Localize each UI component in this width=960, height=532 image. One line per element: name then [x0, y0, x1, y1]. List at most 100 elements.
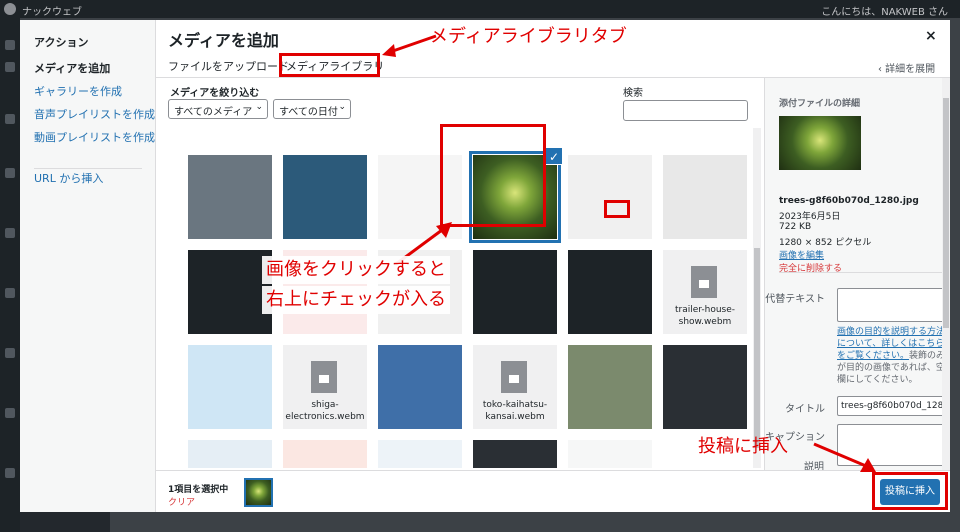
image-preview [663, 155, 747, 239]
image-preview [568, 250, 652, 334]
image-preview [378, 440, 462, 468]
filter-label: メディアを絞り込む [170, 88, 260, 99]
chevron-down-icon: ⌄ [255, 102, 263, 112]
image-attachment[interactable] [568, 155, 652, 239]
video-attachment[interactable]: trailer-house-show.webm [663, 250, 747, 334]
check-icon[interactable]: ✓ [545, 147, 563, 165]
image-attachment[interactable] [663, 155, 747, 239]
image-attachment[interactable] [378, 440, 462, 468]
annotation-highlight-library-tab [279, 53, 380, 77]
pin-icon[interactable] [5, 228, 15, 238]
details-size: 722 KB [779, 222, 812, 232]
dashboard-icon[interactable] [5, 40, 15, 50]
media-modal: アクション メディアを追加 ギャラリーを作成 音声プレイリストを作成 動画プレイ… [20, 20, 950, 512]
settings-icon[interactable] [5, 468, 15, 478]
details-filename: trees-g8f60b070d_1280.jpg [779, 196, 919, 206]
clear-selection-link[interactable]: クリア [168, 495, 195, 508]
tab-upload-files[interactable]: ファイルをアップロード [168, 58, 289, 74]
selection-count: 1項目を選択中 [168, 485, 229, 495]
image-preview [473, 440, 557, 468]
title-label: タイトル [785, 404, 825, 415]
video-filename: shiga-electronics.webm [285, 400, 365, 422]
media-type-select[interactable]: すべてのメディア ⌄ [168, 99, 268, 119]
image-attachment[interactable] [283, 440, 367, 468]
image-preview [188, 345, 272, 429]
image-attachment[interactable] [283, 155, 367, 239]
alt-text-help: 画像の目的を説明する方法について、詳しくはこちらをご覧ください。装飾のみが目的の… [837, 326, 949, 386]
play-icon [509, 375, 519, 383]
image-attachment[interactable] [568, 345, 652, 429]
image-attachment[interactable] [188, 440, 272, 468]
attachment-details: 添付ファイルの詳細 trees-g8f60b070d_1280.jpg 2023… [764, 78, 950, 470]
menu-heading: アクション [34, 36, 89, 49]
video-attachment[interactable]: toko-kaihatsu-kansai.webm [473, 345, 557, 429]
close-icon[interactable]: × [925, 28, 937, 44]
details-scrollbar[interactable] [942, 78, 950, 470]
play-icon [699, 280, 709, 288]
alt-text-label: 代替テキスト [765, 294, 825, 305]
title-input[interactable]: trees-g8f60b070d_1280 [837, 396, 949, 416]
image-attachment[interactable] [188, 345, 272, 429]
grid-scrollbar[interactable] [753, 128, 761, 468]
menu-item-create-gallery[interactable]: ギャラリーを作成 [34, 83, 122, 99]
image-attachment[interactable] [188, 250, 272, 334]
image-preview [283, 440, 367, 468]
image-preview [568, 155, 652, 239]
user-greeting[interactable]: こんにちは、NAKWEB さん [821, 3, 948, 18]
image-attachment[interactable] [663, 345, 747, 429]
image-attachment[interactable] [473, 440, 557, 468]
pin-icon[interactable] [5, 62, 15, 72]
pin-icon[interactable] [5, 288, 15, 298]
details-thumbnail [779, 116, 861, 170]
admin-bar: ナックウェブ こんにちは、NAKWEB さん [0, 0, 960, 18]
annotation-arrow-tab [382, 34, 437, 57]
wordpress-logo-icon[interactable] [4, 3, 16, 15]
admin-sidebar [0, 18, 20, 532]
tools-icon[interactable] [5, 408, 15, 418]
image-attachment[interactable] [473, 250, 557, 334]
media-toolbar: 1項目を選択中 クリア 投稿に挿入 [156, 470, 950, 512]
play-icon [319, 375, 329, 383]
annotation-insert: 投稿に挿入 [698, 436, 788, 457]
details-heading: 添付ファイルの詳細 [779, 99, 861, 109]
image-preview [568, 345, 652, 429]
image-attachment[interactable] [568, 250, 652, 334]
date-select[interactable]: すべての日付 ⌄ [273, 99, 351, 119]
image-preview [568, 440, 652, 468]
details-divider [779, 272, 945, 273]
image-preview [473, 250, 557, 334]
menu-item-create-audio-playlist[interactable]: 音声プレイリストを作成 [34, 106, 155, 122]
image-preview [188, 250, 272, 334]
annotation-click-line1: 画像をクリックすると [262, 256, 450, 284]
image-attachment[interactable] [378, 345, 462, 429]
site-name[interactable]: ナックウェブ [22, 3, 82, 18]
media-menu: アクション メディアを追加 ギャラリーを作成 音声プレイリストを作成 動画プレイ… [20, 20, 156, 512]
details-date: 2023年6月5日 [779, 212, 841, 222]
alt-text-input[interactable] [837, 288, 949, 322]
menu-item-create-video-playlist[interactable]: 動画プレイリストを作成 [34, 129, 155, 145]
video-attachment[interactable]: shiga-electronics.webm [283, 345, 367, 429]
search-input[interactable] [623, 100, 748, 121]
modal-title: メディアを追加 [168, 31, 279, 50]
menu-item-insert-from-url[interactable]: URL から挿入 [34, 170, 103, 186]
image-attachment[interactable] [568, 440, 652, 468]
edit-image-link[interactable]: 画像を編集 [779, 248, 824, 261]
annotation-click-line2: 右上にチェックが入る [262, 286, 450, 314]
annotation-highlight-save-button [604, 200, 630, 218]
image-preview [188, 155, 272, 239]
annotation-highlight-selected-image [440, 124, 546, 227]
grid-scrollbar-thumb[interactable] [754, 248, 760, 448]
image-preview [188, 440, 272, 468]
menu-item-add-media[interactable]: メディアを追加 [34, 60, 110, 76]
pin-icon[interactable] [5, 168, 15, 178]
selected-thumbnail[interactable] [244, 478, 273, 507]
comment-icon[interactable] [5, 348, 15, 358]
date-select-value: すべての日付 [279, 107, 338, 118]
expand-details-toggle[interactable]: ‹ 詳細を展開 [878, 60, 935, 75]
search-label: 検索 [623, 88, 643, 99]
video-file-icon [691, 266, 717, 298]
pin-icon[interactable] [5, 114, 15, 124]
image-attachment[interactable] [188, 155, 272, 239]
annotation-library-tab: メディアライブラリタブ [430, 26, 627, 47]
details-scrollbar-thumb[interactable] [943, 98, 949, 328]
